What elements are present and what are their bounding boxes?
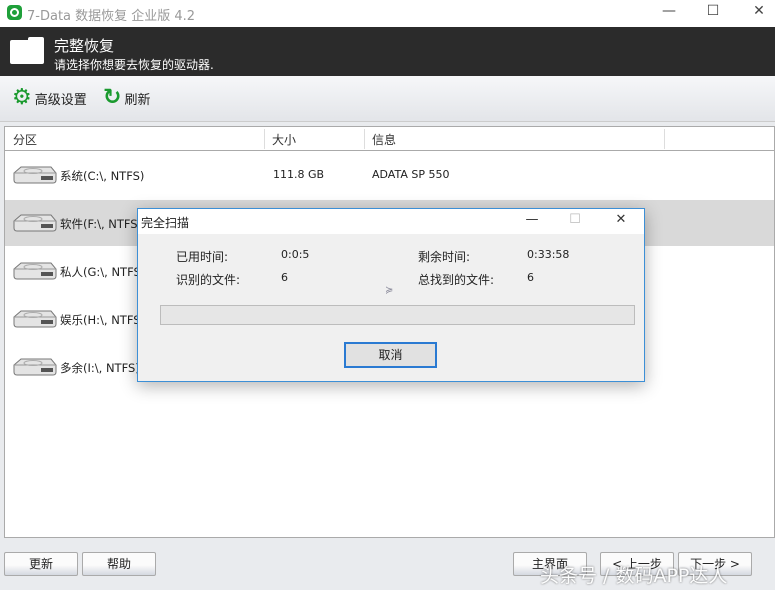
found-files-label: 总找到的文件:	[418, 273, 495, 287]
gear-icon: ⚙	[12, 85, 32, 110]
page-title: 完整恢复	[54, 37, 115, 55]
update-button[interactable]: 更新	[4, 552, 78, 576]
column-divider[interactable]	[364, 129, 365, 149]
folder-icon	[10, 37, 44, 64]
partition-info: ADATA SP 550	[372, 168, 450, 181]
refresh-label: 刷新	[124, 92, 151, 108]
table-header: 分区 大小 信息	[5, 127, 774, 151]
full-scan-dialog: 完全扫描 — ☐ ✕ 已用时间: 0:0:5 剩余时间: 0:33:58 识别的…	[137, 208, 645, 382]
remaining-time-value: 0:33:58	[527, 248, 570, 261]
hard-drive-icon	[11, 165, 57, 185]
identified-files-value: 6	[281, 271, 288, 284]
partition-name: 私人(G:\, NTFS	[60, 265, 141, 279]
partition-name: 多余(I:\, NTFS)	[60, 361, 140, 375]
watermark: 头条号 / 数码APP达人	[540, 565, 728, 587]
partition-name: 软件(F:\, NTFS	[60, 217, 138, 231]
scan-progress-bar	[160, 305, 635, 325]
hard-drive-icon	[11, 261, 57, 281]
refresh-icon: ↻	[103, 85, 122, 110]
dialog-minimize-button[interactable]: —	[520, 212, 544, 227]
title-bar: 7-Data 数据恢复 企业版 4.2 — ☐ ✕	[0, 0, 775, 27]
cancel-button[interactable]: 取消	[344, 342, 437, 368]
hard-drive-icon	[11, 213, 57, 233]
column-partition[interactable]: 分区	[13, 131, 37, 148]
elapsed-time-label: 已用时间:	[176, 250, 229, 264]
table-row[interactable]: 系统(C:\, NTFS) 111.8 GB ADATA SP 550	[5, 152, 774, 198]
dialog-title: 完全扫描	[141, 216, 190, 230]
identified-files-label: 识别的文件:	[176, 273, 241, 287]
help-button[interactable]: 帮助	[82, 552, 156, 576]
window-title: 7-Data 数据恢复 企业版 4.2	[27, 9, 196, 24]
minimize-button[interactable]: —	[654, 3, 684, 23]
page-subtitle: 请选择你想要去恢复的驱动器.	[54, 58, 214, 72]
hard-drive-icon	[11, 357, 57, 377]
partition-size: 111.8 GB	[273, 168, 325, 181]
expand-details-icon[interactable]: ≽	[385, 285, 393, 296]
refresh-button[interactable]: ↻ 刷新	[103, 85, 151, 110]
maximize-button[interactable]: ☐	[698, 3, 728, 23]
partition-name: 系统(C:\, NTFS)	[60, 169, 145, 183]
app-logo-icon	[7, 5, 22, 20]
column-info[interactable]: 信息	[372, 131, 396, 148]
partition-name: 娱乐(H:\, NTFS	[60, 313, 141, 327]
hard-drive-icon	[11, 309, 57, 329]
dialog-title-bar: 完全扫描 — ☐ ✕	[138, 209, 644, 234]
close-button[interactable]: ✕	[744, 3, 774, 23]
elapsed-time-value: 0:0:5	[281, 248, 310, 261]
dialog-maximize-button: ☐	[569, 212, 581, 227]
remaining-time-label: 剩余时间:	[418, 250, 471, 264]
column-divider[interactable]	[664, 129, 665, 149]
found-files-value: 6	[527, 271, 534, 284]
advanced-settings-button[interactable]: ⚙ 高级设置	[12, 85, 87, 110]
dialog-close-button[interactable]: ✕	[609, 212, 633, 227]
column-divider[interactable]	[264, 129, 265, 149]
advanced-settings-label: 高级设置	[34, 92, 87, 108]
column-size[interactable]: 大小	[272, 131, 296, 148]
